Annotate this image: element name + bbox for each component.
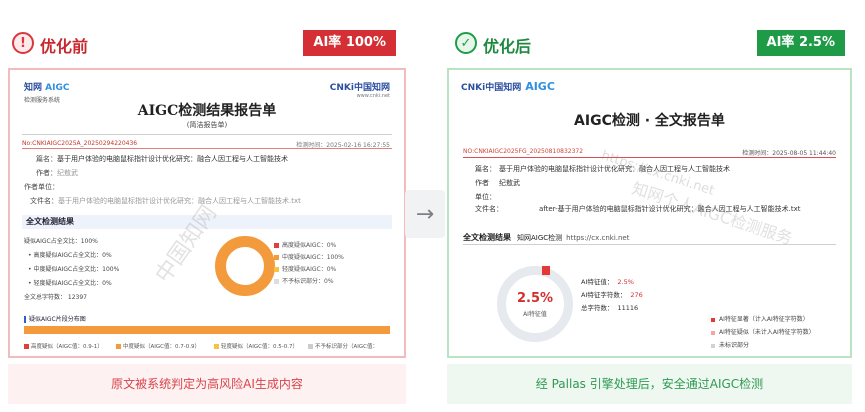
- legend-high: 高度疑似AIGC：0%: [274, 240, 336, 249]
- field-filename: 文件名：基于用户体验的电脑鼠标指针设计优化研究：融合人因工程与人工智能技术.tx…: [30, 197, 301, 205]
- donut-value: 2.5%: [516, 291, 554, 306]
- report-title: AIGC检测 · 全文报告单: [574, 113, 725, 129]
- report-number: NO:CNKIAIGC2025FG_20250810832372: [463, 148, 584, 155]
- field-author: 作者：纪敖武: [36, 169, 78, 177]
- bottom-legend-high: 高度疑似（AIGC值：0.9-1）: [24, 342, 103, 350]
- legend-significant: AI特征显著（计入AI特征字符数）: [711, 314, 809, 323]
- check-circle-icon: ✓: [455, 32, 477, 54]
- field-unit: 单位：: [475, 193, 496, 201]
- ai-feature-donut-chart: 2.5% AI特征值: [497, 266, 573, 342]
- distribution-title: 疑似AIGC片段分布图: [24, 314, 86, 323]
- after-ai-rate-badge: AI率 2.5%: [756, 30, 845, 56]
- stat-mid: • 中度疑似AIGC占全文比：100%: [28, 266, 120, 273]
- stat-char-count: 全文总字符数： 12397: [24, 294, 87, 301]
- divider: [22, 134, 392, 135]
- stat-ai-chars: AI特征字符数： 276: [581, 291, 643, 299]
- after-panel: ✓ 优化后 AI率 2.5% CNKi中国知网 AIGC AIGC检测 · 全文报…: [443, 0, 865, 412]
- bottom-legend-none: 不予标识部分（AIGC值：: [308, 342, 378, 350]
- before-title: 优化前: [40, 37, 89, 56]
- legend-low: 轻度疑似AIGC：0%: [274, 264, 336, 273]
- after-header: ✓ 优化后 AI率 2.5%: [453, 30, 855, 58]
- report-title: AIGC检测结果报告单: [137, 103, 277, 119]
- watermark: 中国知网: [150, 201, 222, 288]
- field-title: 篇名：基于用户体验的电脑鼠标指针设计优化研究：融合人因工程与人工智能技术: [36, 155, 288, 163]
- before-caption: 原文被系统判定为高风险AI生成内容: [8, 364, 406, 404]
- legend-suspected: AI特征疑似（未计入AI特征字符数）: [711, 327, 815, 336]
- legend-none: 不予标识部分：0%: [274, 276, 334, 285]
- aigc-donut-chart: [215, 236, 275, 296]
- field-unit: 作者单位：: [24, 183, 59, 191]
- bottom-legend-low: 轻度疑似（AIGC值：0.5-0.7）: [214, 342, 298, 350]
- stat-ai-feature: AI特征值： 2.5%: [581, 278, 634, 286]
- arrow-right-icon: →: [405, 190, 445, 238]
- bottom-legend-mid: 中度疑似（AIGC值：0.7-0.9）: [116, 342, 200, 350]
- after-report-card: CNKi中国知网 AIGC AIGC检测 · 全文报告单 NO:CNKIAIGC2…: [447, 68, 852, 358]
- divider-red: [463, 157, 836, 158]
- ai-feature-arc: [542, 266, 550, 275]
- cnki-logo: CNKi中国知网 www.cnki.net: [329, 83, 390, 99]
- distribution-bar: [24, 326, 390, 334]
- warning-icon: !: [12, 32, 34, 54]
- report-number: No:CNKIAIGC2025A_20250294220436: [22, 140, 138, 147]
- legend-mid: 中度疑似AIGC：100%: [274, 252, 344, 261]
- detect-time: 检测时间：2025-08-05 11:44:40: [742, 150, 836, 157]
- field-author: 作者 纪敖武: [475, 179, 520, 187]
- before-panel: ! 优化前 AI率 100% 知网 AIGC 检测服务系统 CNKi中国知网 w…: [0, 0, 412, 412]
- before-report-card: 知网 AIGC 检测服务系统 CNKi中国知网 www.cnki.net AIG…: [8, 68, 406, 358]
- report-subtitle: (简洁报告单): [186, 121, 228, 129]
- stat-high: • 高度疑似AIGC占全文比：0%: [28, 252, 112, 259]
- before-header: ! 优化前 AI率 100%: [10, 30, 402, 58]
- stat-low: • 轻度疑似AIGC占全文比：0%: [28, 280, 112, 287]
- divider-red: [22, 148, 392, 149]
- donut-label: AI特征值: [523, 311, 547, 318]
- after-caption: 经 Pallas 引擎处理后，安全通过AIGC检测: [447, 364, 852, 404]
- field-title: 篇名：基于用户体验的电脑鼠标指针设计优化研究：融合人因工程与人工智能技术: [475, 165, 730, 173]
- after-title: 优化后: [483, 37, 532, 56]
- cnki-aigc-logo: CNKi中国知网 AIGC: [461, 80, 555, 93]
- stat-total-ratio: 疑似AIGC占全文比：100%: [24, 238, 98, 245]
- stat-total-chars: 总字符数： 11116: [581, 304, 639, 312]
- before-ai-rate-badge: AI率 100%: [303, 30, 396, 56]
- legend-unmarked: 未标识部分: [711, 340, 749, 349]
- section-title: 全文检测结果 知网AIGC检测 https://cx.cnki.net: [463, 233, 630, 242]
